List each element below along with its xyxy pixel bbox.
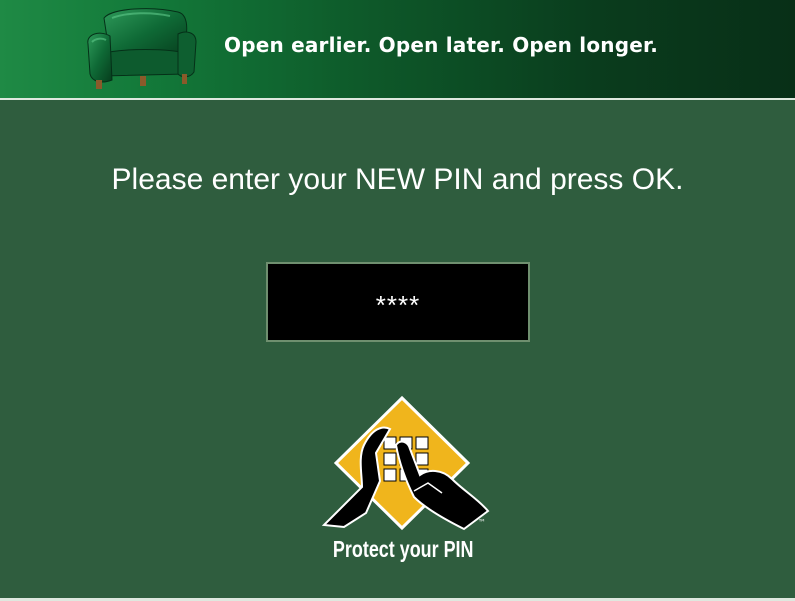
pin-input-field[interactable]: **** <box>266 262 530 342</box>
pin-prompt: Please enter your NEW PIN and press OK. <box>111 163 684 196</box>
armchair-icon <box>87 8 197 89</box>
pin-masked-value: **** <box>375 289 421 320</box>
protect-pin-icon: ™ <box>321 395 490 531</box>
protect-pin-caption: Protect your PIN <box>332 536 474 562</box>
trademark-mark: ™ <box>478 518 486 527</box>
banner-tagline: Open earlier. Open later. Open longer. <box>224 33 658 57</box>
header-banner: Open earlier. Open later. Open longer. <box>0 0 795 100</box>
